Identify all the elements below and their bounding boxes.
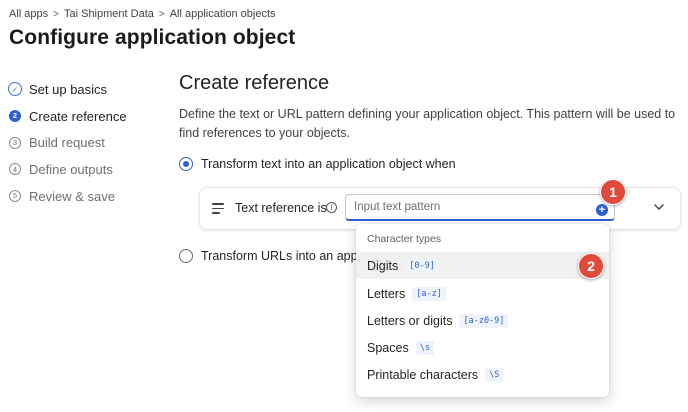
item-pattern: [a-z] <box>412 286 446 301</box>
page-title: Configure application object <box>9 26 296 49</box>
radio-button-selected[interactable] <box>179 157 193 171</box>
item-label: Letters <box>367 286 406 301</box>
item-pattern: [0-9] <box>405 258 439 273</box>
step-label: Set up basics <box>29 81 108 97</box>
item-pattern: \S <box>485 367 504 382</box>
option-transform-urls[interactable]: Transform URLs into an applica <box>179 249 376 263</box>
breadcrumb: All apps > Tai Shipment Data > All appli… <box>9 8 276 20</box>
dropdown-item-letters-or-digits[interactable]: Letters or digits [a-z0-9] <box>356 307 609 334</box>
checkmark-icon: ✓ <box>8 82 22 97</box>
item-label: Spaces <box>367 340 409 355</box>
step-label: Create reference <box>29 108 127 124</box>
step-set-up-basics[interactable]: ✓ Set up basics <box>8 76 127 103</box>
info-icon[interactable]: i <box>326 202 337 213</box>
step-number-icon: 3 <box>9 136 21 149</box>
step-number-icon: 4 <box>9 163 21 176</box>
step-build-request[interactable]: 3 Build request <box>9 129 127 156</box>
step-create-reference[interactable]: 2 Create reference <box>9 103 127 130</box>
step-label: Build request <box>29 135 105 151</box>
character-types-dropdown: Character types Digits [0-9] Letters [a-… <box>356 224 609 397</box>
add-pattern-icon[interactable]: + <box>596 204 608 216</box>
dropdown-heading: Character types <box>367 233 442 245</box>
step-number-icon: 5 <box>9 190 21 203</box>
option-label: Transform URLs into an applica <box>201 249 377 263</box>
wizard-steps: ✓ Set up basics 2 Create reference 3 Bui… <box>8 76 127 210</box>
step-number-icon: 2 <box>9 110 21 123</box>
option-label: Transform text into an application objec… <box>201 157 456 171</box>
item-pattern: [a-z0-9] <box>459 313 509 328</box>
annotation-badge-2: 2 <box>578 253 604 279</box>
text-lines-icon <box>212 203 224 214</box>
breadcrumb-objects[interactable]: All application objects <box>170 8 276 20</box>
dropdown-item-digits[interactable]: Digits [0-9] <box>356 252 609 279</box>
breadcrumb-all-apps[interactable]: All apps <box>9 8 48 20</box>
item-label: Printable characters <box>367 367 479 382</box>
breadcrumb-separator: > <box>158 8 165 20</box>
text-reference-label: Text reference is <box>235 201 327 215</box>
step-review-save[interactable]: 5 Review & save <box>9 183 127 210</box>
breadcrumb-app[interactable]: Tai Shipment Data <box>64 8 154 20</box>
breadcrumb-separator: > <box>53 8 59 20</box>
annotation-badge-1: 1 <box>600 179 626 205</box>
step-label: Define outputs <box>29 161 113 177</box>
item-label: Letters or digits <box>367 313 453 328</box>
step-label: Review & save <box>29 188 115 204</box>
dropdown-item-printable-characters[interactable]: Printable characters \S <box>356 361 609 388</box>
item-pattern: \s <box>415 340 434 355</box>
option-transform-text[interactable]: Transform text into an application objec… <box>179 157 456 171</box>
step-define-outputs[interactable]: 4 Define outputs <box>9 156 127 183</box>
radio-button[interactable] <box>179 249 193 263</box>
dropdown-item-spaces[interactable]: Spaces \s <box>356 334 609 361</box>
chevron-down-icon[interactable] <box>653 201 665 213</box>
text-pattern-input[interactable] <box>345 194 615 221</box>
section-title: Create reference <box>179 72 330 94</box>
dropdown-item-letters[interactable]: Letters [a-z] <box>356 280 609 307</box>
item-label: Digits <box>367 258 399 273</box>
section-description: Define the text or URL pattern defining … <box>179 107 676 140</box>
